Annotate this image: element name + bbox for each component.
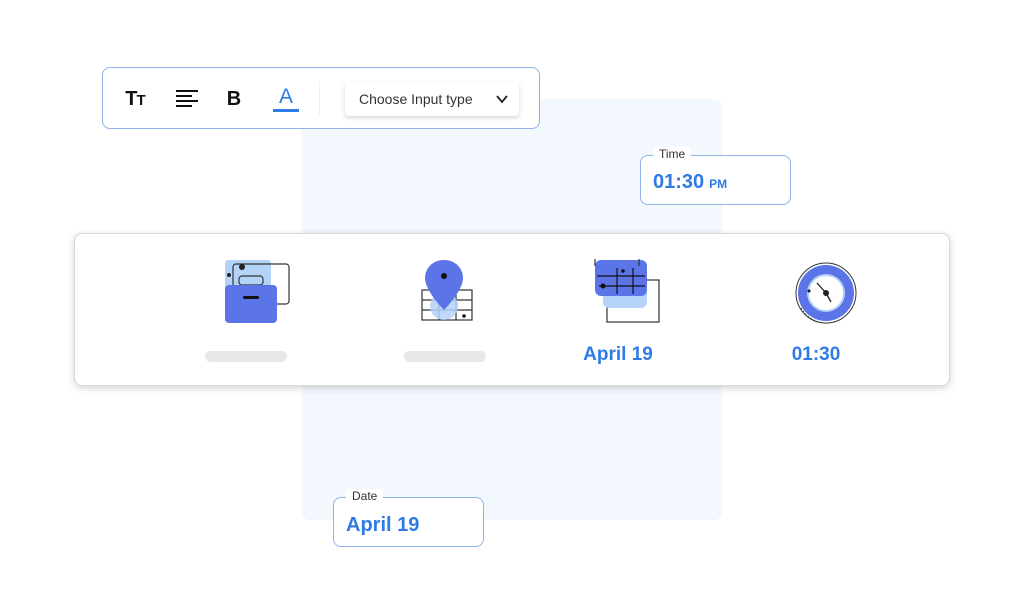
text-color-button[interactable]: A <box>272 85 300 113</box>
date-field[interactable]: Date April 19 <box>333 489 484 547</box>
time-field-value: 01:30 PM <box>653 171 728 193</box>
date-field-value: April 19 <box>346 514 420 536</box>
text-size-icon: TT <box>125 87 145 110</box>
location-label-placeholder <box>404 351 486 362</box>
align-button[interactable] <box>173 85 201 113</box>
clock-icon <box>795 262 857 324</box>
toolbar-divider <box>319 82 320 116</box>
chevron-down-icon <box>496 95 508 104</box>
date-field-label: Date <box>346 489 384 503</box>
card-item-clock[interactable]: 01:30 <box>755 234 895 387</box>
input-type-select-value: Choose Input type <box>359 91 473 107</box>
time-field-label: Time <box>653 147 692 161</box>
format-toolbar: TT B A Choose Input type <box>102 67 540 129</box>
card-item-briefcase[interactable] <box>185 234 325 387</box>
input-type-select[interactable]: Choose Input type <box>345 82 519 116</box>
align-left-icon <box>176 90 198 107</box>
input-types-card: April 19 01:30 <box>74 233 950 386</box>
briefcase-label-placeholder <box>205 351 287 362</box>
text-color-bar <box>273 108 299 112</box>
clock-label: 01:30 <box>791 344 841 365</box>
briefcase-icon <box>225 260 290 323</box>
calendar-label: April 19 <box>583 344 653 365</box>
time-field[interactable]: Time 01:30 PM <box>640 147 791 205</box>
bold-button[interactable]: B <box>220 85 248 113</box>
location-pin-icon <box>421 260 473 321</box>
card-item-calendar[interactable]: April 19 <box>557 234 697 387</box>
calendar-icon <box>594 259 660 323</box>
card-item-location[interactable] <box>384 234 524 387</box>
time-field-suffix: PM <box>709 177 728 191</box>
text-size-button[interactable]: TT <box>121 85 149 113</box>
bold-icon: B <box>226 87 242 110</box>
text-color-icon: A <box>278 84 293 108</box>
